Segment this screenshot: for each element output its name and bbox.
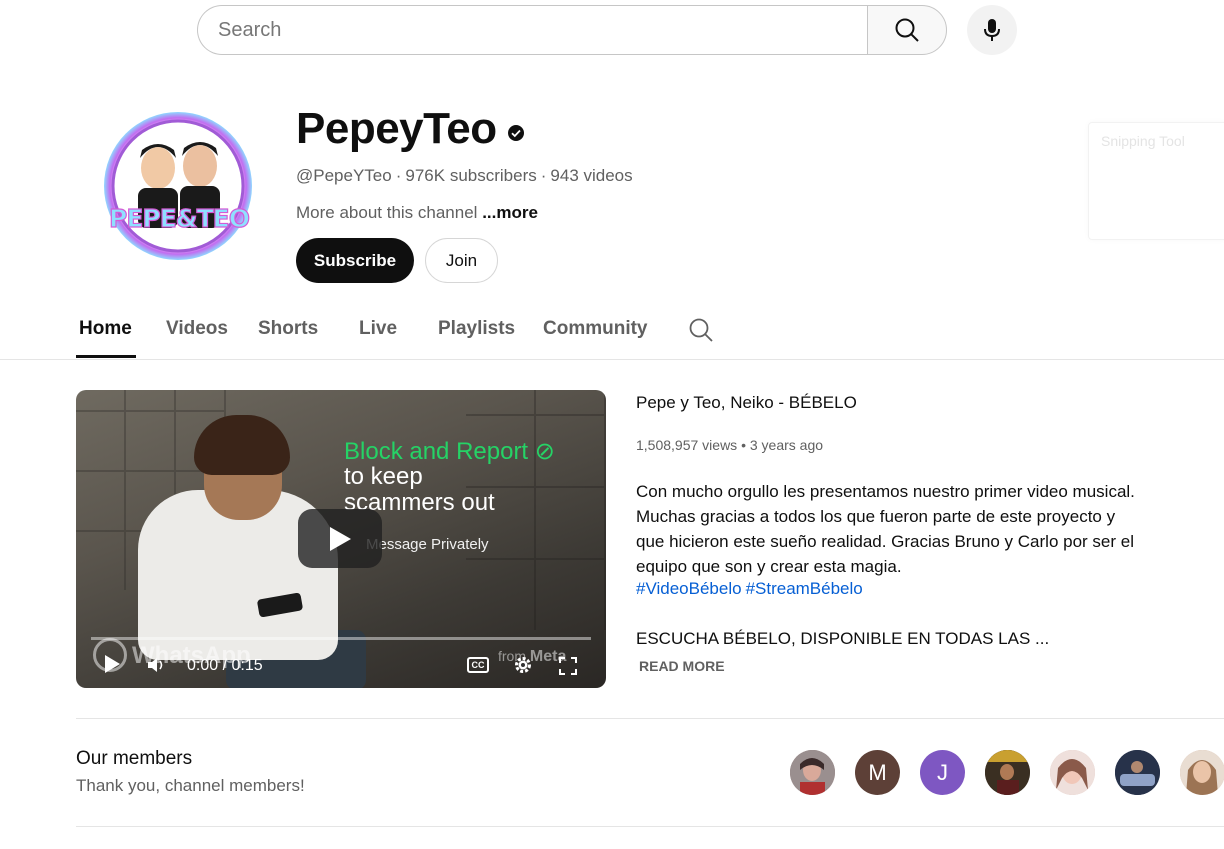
tab-community[interactable]: Community [543, 318, 648, 340]
snipping-tool-label: Snipping Tool [1101, 133, 1185, 149]
ad-headline: Block and Report ⊘ [344, 438, 555, 465]
member-photo [1050, 750, 1095, 795]
member-photo [1115, 750, 1160, 795]
play-pause-icon[interactable] [102, 654, 122, 674]
upload-age: 3 years ago [749, 437, 824, 453]
about-text: More about this channel [296, 203, 478, 222]
person-turban [194, 415, 290, 475]
active-tab-indicator [76, 355, 136, 358]
featured-video-meta: 1,508,957 views • 3 years ago [636, 437, 824, 453]
volume-icon[interactable] [146, 655, 166, 675]
join-button[interactable]: Join [425, 238, 498, 283]
microphone-icon [984, 19, 1000, 41]
tab-live[interactable]: Live [359, 318, 397, 340]
play-icon [330, 526, 351, 551]
channel-about-link[interactable]: More about this channel ...more [296, 203, 538, 223]
about-more-link[interactable]: ...more [482, 203, 538, 222]
hashtag-link[interactable]: #StreamBébelo [746, 579, 863, 598]
hashtag-link[interactable]: #VideoBébelo [636, 579, 742, 598]
tab-videos[interactable]: Videos [166, 318, 228, 340]
member-avatar[interactable] [1180, 750, 1224, 795]
subscribe-button[interactable]: Subscribe [296, 238, 414, 283]
members-title: Our members [76, 748, 193, 769]
hashtags: #VideoBébelo #StreamBébelo [636, 579, 867, 599]
large-play-button[interactable] [298, 509, 382, 568]
section-divider [76, 826, 1224, 827]
member-photo [790, 750, 835, 795]
section-divider [76, 718, 1224, 719]
tab-playlists[interactable]: Playlists [438, 318, 515, 340]
member-initial: M [868, 759, 887, 785]
member-avatar[interactable]: J [920, 750, 965, 795]
member-avatar[interactable] [985, 750, 1030, 795]
settings-gear-icon[interactable] [513, 655, 533, 675]
view-count: 1,508,957 views [636, 437, 738, 453]
channel-handle: @PepeYTeo [296, 166, 392, 185]
ad-message-caption: Message Privately [366, 536, 489, 553]
member-avatar[interactable] [1115, 750, 1160, 795]
channel-avatar[interactable]: PEPE&TEO [100, 108, 256, 278]
member-avatar[interactable] [790, 750, 835, 795]
read-more-link[interactable]: READ MORE [639, 658, 725, 674]
members-subtitle: Thank you, channel members! [76, 776, 305, 795]
member-photo [1180, 750, 1224, 795]
channel-meta: @PepeYTeo · 976K subscribers · 943 videos [296, 166, 633, 185]
tab-home[interactable]: Home [79, 318, 132, 340]
verified-badge-icon [508, 125, 524, 141]
captions-button[interactable]: CC [467, 657, 489, 673]
playback-time: 0:00 / 0:15 [187, 657, 263, 674]
subscriber-count: 976K subscribers [405, 166, 537, 185]
progress-bar[interactable] [91, 637, 591, 640]
search-input[interactable] [197, 5, 867, 55]
member-avatar[interactable] [1050, 750, 1095, 795]
channel-logo-text: PEPE&TEO [108, 203, 250, 233]
member-avatar[interactable]: M [855, 750, 900, 795]
fullscreen-icon[interactable] [558, 656, 578, 676]
member-photo [985, 750, 1030, 795]
ad-subline-1: to keep [344, 463, 423, 490]
featured-video-title[interactable]: Pepe y Teo, Neiko - BÉBELO [636, 393, 857, 413]
tab-shorts[interactable]: Shorts [258, 318, 318, 340]
search-bar [197, 5, 947, 55]
tabs-divider [0, 359, 1224, 360]
featured-video-description: Con mucho orgullo les presentamos nuestr… [636, 482, 1135, 576]
video-player[interactable]: Block and Report ⊘ to keep scammers out … [76, 390, 606, 688]
search-icon [895, 18, 919, 42]
member-initial: J [937, 759, 948, 785]
snipping-tool-overlay: Snipping Tool [1088, 122, 1224, 240]
featured-video-description-cont: ESCUCHA BÉBELO, DISPONIBLE EN TODAS LAS … [636, 629, 1050, 648]
channel-name: PepeyTeo [296, 104, 497, 153]
voice-search-button[interactable] [967, 5, 1017, 55]
channel-search-icon[interactable] [688, 317, 714, 343]
search-button[interactable] [867, 5, 947, 55]
video-count: 943 videos [550, 166, 633, 185]
channel-logo-image [104, 112, 252, 260]
